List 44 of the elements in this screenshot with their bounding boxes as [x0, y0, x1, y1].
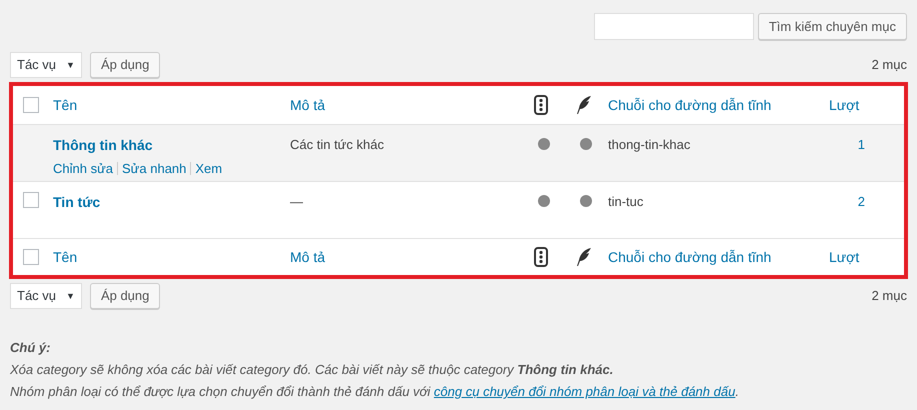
note-title: Chú ý:	[10, 339, 52, 357]
checkbox[interactable]	[23, 192, 39, 208]
checkbox[interactable]	[23, 97, 39, 113]
column-header[interactable]: Chuỗi cho đường dẫn tĩnh	[608, 248, 772, 264]
slug-text: thong-tin-khac	[608, 137, 690, 152]
search-field[interactable]	[594, 13, 754, 40]
column-header[interactable]: Tên	[53, 96, 78, 112]
checkbox[interactable]	[23, 249, 39, 265]
post-count-link[interactable]: 2	[858, 194, 865, 209]
apply-button[interactable]: Áp dụng	[90, 52, 160, 78]
feather-icon	[576, 247, 592, 268]
caret-icon: ▼	[66, 56, 75, 74]
row-action-link[interactable]: Chỉnh sửa	[53, 159, 114, 178]
note-text: Xóa category sẽ không xóa các bài viết category đó. Các bài viết này sẽ thuộc category Thông tin khác.	[10, 361, 614, 379]
column-header[interactable]: Mô tả	[290, 96, 326, 112]
column-header[interactable]: Lượt	[829, 96, 860, 112]
search-button[interactable]: Tìm kiếm chuyên mục	[758, 13, 907, 40]
bulk-action-select[interactable]: Tác vụ ▼	[10, 283, 82, 309]
item-count: 2 mục	[872, 287, 907, 306]
post-count-link[interactable]: 1	[858, 137, 865, 152]
column-header[interactable]: Lượt	[829, 248, 860, 264]
row-action-link[interactable]: Xem	[190, 162, 222, 175]
description-text: —	[290, 194, 303, 209]
traffic-light-icon	[534, 247, 548, 268]
status-dot	[580, 195, 592, 207]
slug-text: tin-tuc	[608, 194, 644, 209]
note-text: Nhóm phân loại có thể được lựa chọn chuyển đổi thành thẻ đánh dấu với công cụ chuyển đổi nhóm phân loại và thẻ đánh dấu.	[10, 383, 740, 401]
description-text: Các tin tức khác	[290, 137, 384, 152]
traffic-light-icon	[534, 95, 548, 116]
bulk-action-select[interactable]: Tác vụ ▼	[10, 52, 82, 78]
column-header[interactable]: Chuỗi cho đường dẫn tĩnh	[608, 96, 772, 112]
category-name-link[interactable]: Tin tức	[53, 194, 100, 210]
converter-link[interactable]: công cụ chuyển đổi nhóm phân loại và thẻ đánh dấu	[434, 384, 736, 399]
status-dot	[538, 138, 550, 150]
row-action-link[interactable]: Sửa nhanh	[117, 162, 186, 175]
column-header[interactable]: Tên	[53, 248, 78, 264]
category-name-link[interactable]: Thông tin khác	[53, 137, 153, 153]
status-dot	[538, 195, 550, 207]
column-header[interactable]: Mô tả	[290, 248, 326, 264]
apply-button[interactable]: Áp dụng	[90, 283, 160, 309]
status-dot	[580, 138, 592, 150]
feather-icon	[576, 95, 592, 116]
caret-icon: ▼	[66, 287, 75, 305]
item-count: 2 mục	[872, 56, 907, 74]
